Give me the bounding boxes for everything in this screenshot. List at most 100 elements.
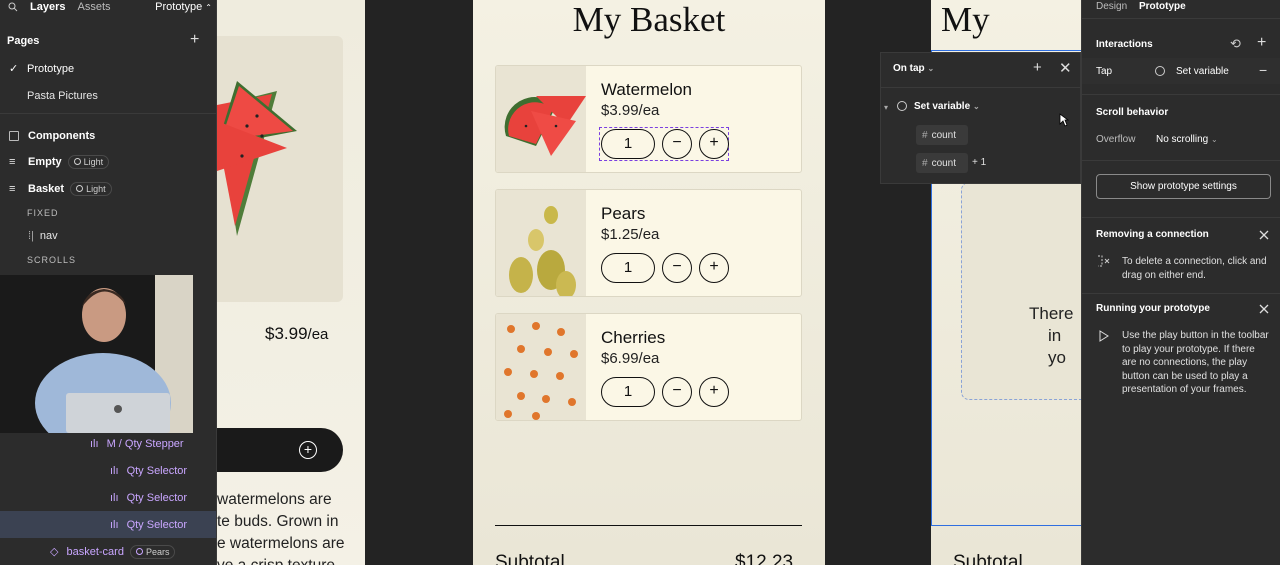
layer-basket-card[interactable]: ◇ basket-card Pears: [0, 538, 216, 565]
add-action-icon[interactable]: +: [1033, 59, 1042, 76]
expand-arrow-icon[interactable]: ▾: [884, 103, 888, 112]
divider: [0, 113, 216, 114]
layer-components[interactable]: Components: [0, 122, 216, 149]
tab-prototype[interactable]: Prototype: [1139, 1, 1186, 12]
hash-icon: #: [922, 157, 928, 169]
page-dropdown[interactable]: Prototype ⌃: [155, 1, 212, 13]
add-page-icon[interactable]: +: [190, 31, 199, 49]
cherries-thumbnail: [496, 314, 586, 420]
detail-price: $3.99/ea: [265, 324, 329, 343]
close-icon[interactable]: [1258, 229, 1270, 241]
increment-button[interactable]: +: [699, 129, 729, 159]
trigger-dropdown[interactable]: On tap ⌄: [893, 63, 934, 74]
component-icon: ılı: [110, 464, 119, 477]
decrement-button[interactable]: −: [662, 377, 692, 407]
product-detail-frame[interactable]: $3.99/ea + watermelons are te buds. Grow…: [217, 0, 365, 565]
basket-card[interactable]: Pears $1.25/ea 1 − +: [495, 189, 802, 297]
interaction-row[interactable]: Tap Set variable −: [1082, 58, 1280, 84]
watermelon-illustration: [217, 81, 297, 236]
component-icon: ılı: [90, 437, 99, 450]
item-price: $6.99/ea: [601, 350, 660, 367]
expression-operator[interactable]: + 1: [972, 157, 986, 168]
action-dropdown[interactable]: Set variable ⌄: [914, 101, 980, 112]
scroll-behavior-title: Scroll behavior: [1096, 107, 1169, 118]
divider: [1082, 293, 1280, 294]
running-help-text: Use the play button in the toolbar to pl…: [1122, 330, 1269, 395]
basket-frame[interactable]: My Basket Watermelon $3.99/ea 1 − + Pear…: [473, 0, 825, 565]
layer-qty-stepper[interactable]: ılı M / Qty Stepper: [0, 430, 216, 457]
decrement-button[interactable]: −: [662, 253, 692, 283]
layers-panel: Layers Assets Prototype ⌃ Pages + ✓ Prot…: [0, 0, 217, 565]
pears-thumbnail: [496, 190, 586, 296]
mode-icon: [135, 548, 143, 555]
search-icon[interactable]: [8, 2, 18, 12]
page-item-prototype[interactable]: ✓ Prototype: [0, 55, 216, 82]
mouse-cursor-icon: [1059, 113, 1069, 127]
chevron-down-icon: ⌄: [972, 102, 980, 111]
increment-button[interactable]: +: [699, 253, 729, 283]
chevron-up-icon: ⌃: [205, 3, 212, 12]
chevron-down-icon: ⌄: [1211, 135, 1218, 144]
chevron-down-icon: ⌄: [927, 64, 935, 73]
add-interaction-icon[interactable]: +: [1257, 34, 1266, 52]
hash-icon: #: [922, 129, 928, 141]
page-item-pasta[interactable]: Pasta Pictures: [0, 82, 216, 109]
add-to-basket-button[interactable]: +: [217, 428, 343, 472]
tab-layers[interactable]: Layers: [30, 1, 65, 13]
layer-qty-selector-selected[interactable]: ılı Qty Selector: [0, 511, 216, 538]
layer-empty[interactable]: ≡ Empty Light: [0, 148, 216, 175]
layer-qty-selector[interactable]: ılı Qty Selector: [0, 457, 216, 484]
interactions-title: Interactions: [1096, 39, 1153, 50]
divider: [495, 525, 802, 526]
frame-icon: ≡: [9, 182, 16, 195]
variable-chip[interactable]: # count: [916, 153, 968, 173]
overflow-select[interactable]: No scrolling ⌄: [1156, 134, 1218, 145]
play-icon: [1099, 330, 1109, 342]
basket-card[interactable]: Cherries $6.99/ea 1 − +: [495, 313, 802, 421]
properties-panel: Design Prototype Interactions ⟲ + Tap Se…: [1081, 0, 1280, 565]
subtotal-value: $12.23: [735, 552, 794, 565]
check-icon: ✓: [9, 63, 19, 75]
section-scrolls: SCROLLS: [27, 255, 77, 265]
pears-illustration: [509, 206, 576, 296]
item-price: $1.25/ea: [601, 226, 660, 243]
plus-circle-icon: +: [299, 441, 317, 459]
item-price: $3.99/ea: [601, 102, 660, 119]
nav-frame-icon: ⁞|: [28, 229, 34, 242]
presenter-image: [0, 275, 193, 433]
basket-title: My Basket: [572, 0, 726, 39]
subtotal-label: Subtotal: [953, 552, 1023, 565]
watermelon-thumbnail: [496, 66, 586, 172]
running-title: Running your prototype: [1096, 303, 1210, 314]
increment-button[interactable]: +: [699, 377, 729, 407]
remove-interaction-icon[interactable]: −: [1259, 62, 1267, 78]
mode-badge: Light: [70, 181, 112, 196]
description-text: watermelons are te buds. Grown in e wate…: [217, 491, 345, 565]
component-icon: ılı: [110, 491, 119, 504]
variable-chip[interactable]: # count: [916, 125, 968, 145]
webcam-video: [0, 275, 193, 433]
watermelon-image: [217, 36, 343, 302]
show-prototype-settings-button[interactable]: Show prototype settings: [1096, 174, 1271, 199]
layer-qty-selector[interactable]: ılı Qty Selector: [0, 484, 216, 511]
divider: [1082, 217, 1280, 218]
layer-basket[interactable]: ≡ Basket Light: [0, 175, 216, 202]
action-icon: [1155, 66, 1165, 76]
close-icon[interactable]: ✕: [1059, 59, 1072, 77]
tab-assets[interactable]: Assets: [77, 1, 110, 13]
interaction-popover[interactable]: On tap ⌄ + ✕ ▾ Set variable ⌄ # count # co…: [880, 52, 1081, 184]
tab-design[interactable]: Design: [1096, 1, 1127, 12]
flow-icon[interactable]: ⟲: [1230, 36, 1241, 52]
divider: [1082, 94, 1280, 95]
basket-card[interactable]: Watermelon $3.99/ea 1 − +: [495, 65, 802, 173]
item-name: Watermelon: [601, 80, 693, 99]
action-icon: [897, 101, 907, 111]
variant-badge: Pears: [129, 544, 176, 559]
layer-nav[interactable]: ⁞| nav: [0, 222, 216, 249]
decrement-button[interactable]: −: [662, 129, 692, 159]
divider: [1082, 160, 1280, 161]
close-icon[interactable]: [1258, 303, 1270, 315]
divider: [1082, 18, 1280, 19]
removing-help-text: To delete a connection, click and drag o…: [1122, 256, 1267, 281]
frame-title: My: [941, 0, 990, 39]
